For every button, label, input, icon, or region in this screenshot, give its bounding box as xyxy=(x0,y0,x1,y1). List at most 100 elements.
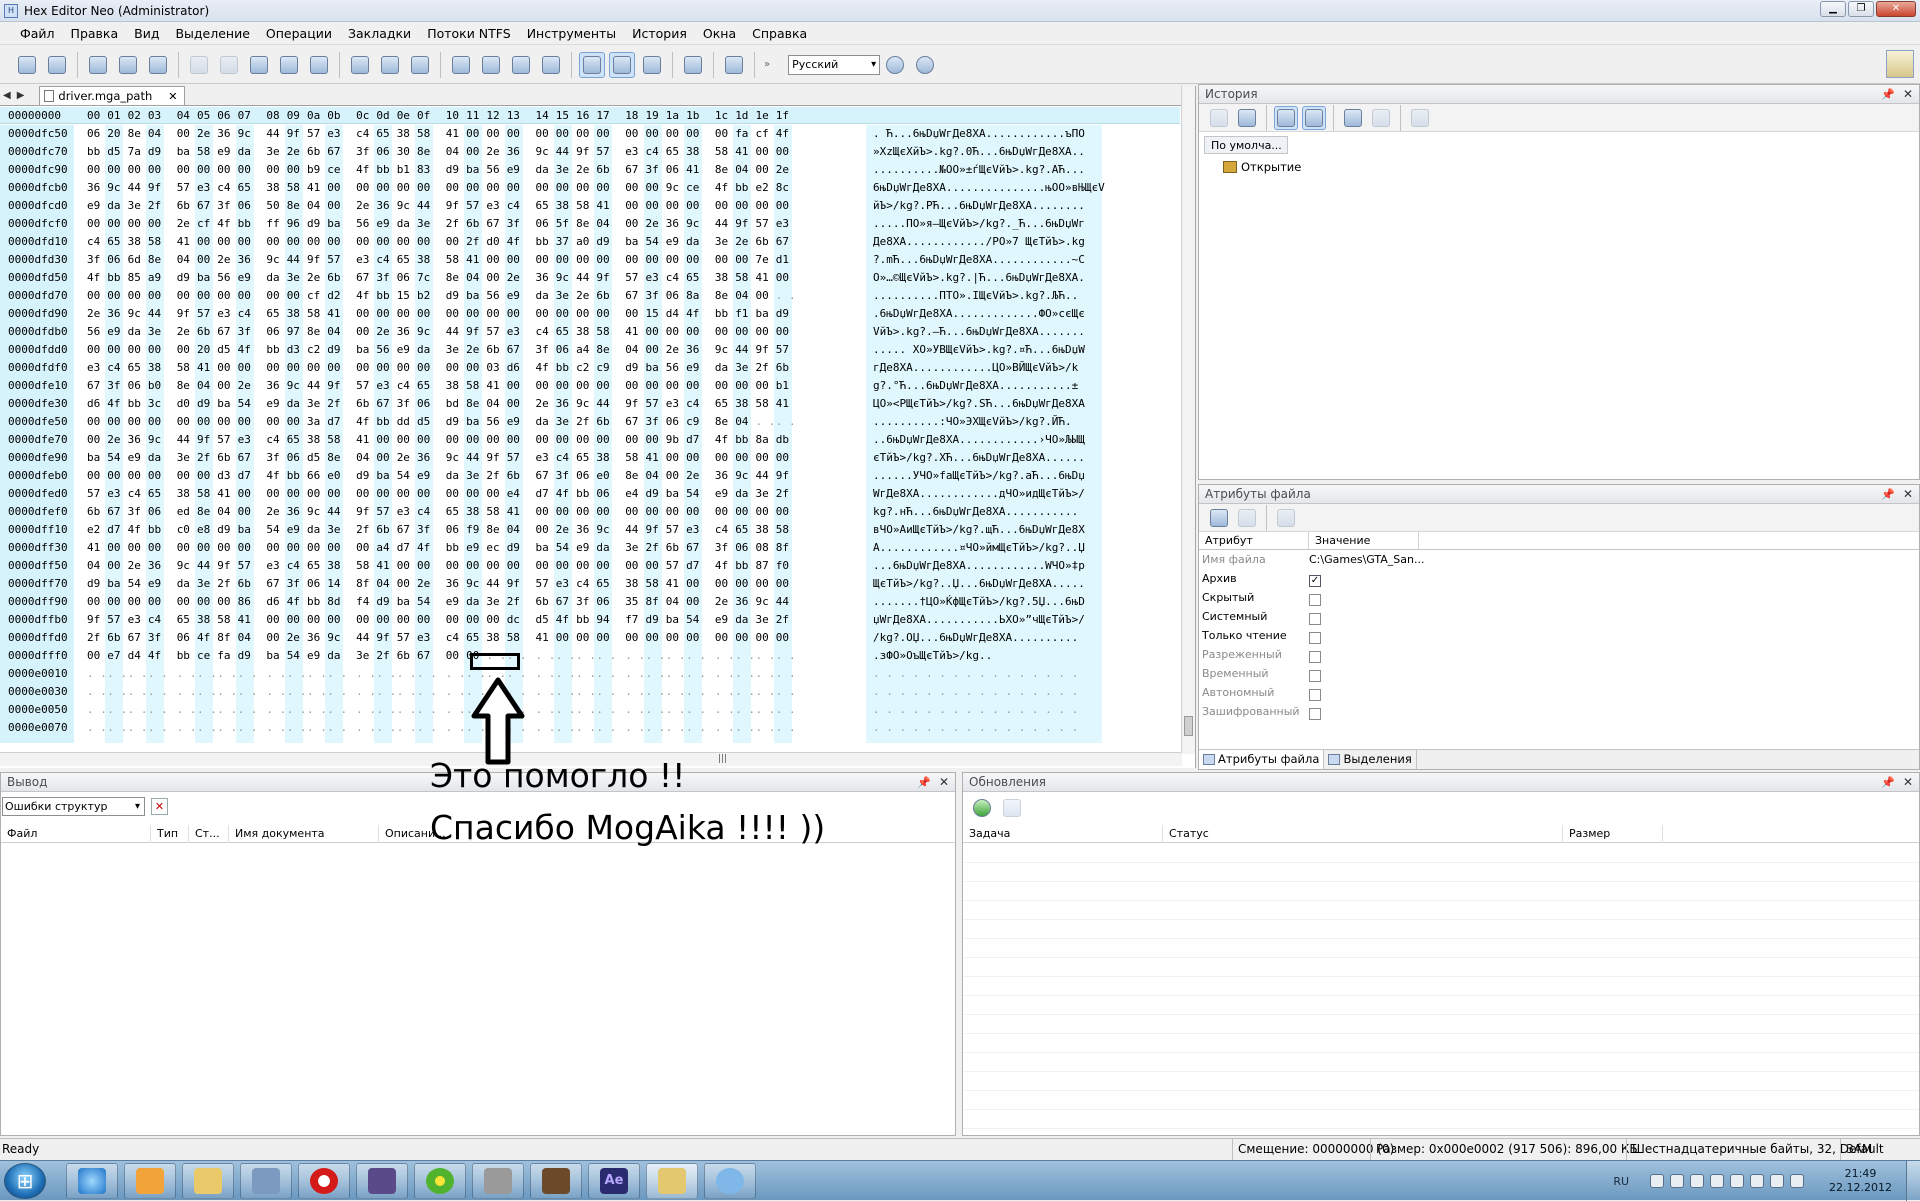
hex-row[interactable]: 0000dfef0 6b 67 3f 06 ed 8e 04 00 2e 36 9c 44 9f 57 e3 c… xyxy=(0,503,1180,521)
hex-byte[interactable]: 87 xyxy=(756,557,769,575)
hex-byte[interactable]: da xyxy=(735,485,748,503)
hex-byte[interactable]: d9 xyxy=(507,539,520,557)
hex-byte[interactable]: 06 xyxy=(266,323,279,341)
hex-byte[interactable]: 54 xyxy=(646,233,659,251)
input-language[interactable]: RU xyxy=(1613,1175,1629,1188)
hex-byte[interactable]: 04 xyxy=(197,377,210,395)
hex-byte[interactable]: 65 xyxy=(715,395,728,413)
history-list-icon[interactable] xyxy=(1274,105,1298,130)
hex-byte[interactable]: 9c xyxy=(536,143,549,161)
hex-byte[interactable]: 06 xyxy=(666,161,679,179)
hex-byte[interactable]: 00 xyxy=(307,539,320,557)
hex-byte[interactable]: 9f xyxy=(596,269,609,287)
hex-byte[interactable]: 00 xyxy=(238,539,251,557)
hex-byte[interactable]: 2f xyxy=(327,395,340,413)
hex-byte[interactable]: e2 xyxy=(87,521,100,539)
hex-byte[interactable]: 00 xyxy=(715,629,728,647)
hex-byte[interactable]: 00 xyxy=(397,233,410,251)
hex-byte[interactable]: 00 xyxy=(287,233,300,251)
hex-byte[interactable]: 6b xyxy=(486,341,499,359)
hex-byte[interactable]: 00 xyxy=(556,557,569,575)
hex-byte[interactable]: 00 xyxy=(756,143,769,161)
hex-byte[interactable]: 3f xyxy=(356,143,369,161)
hex-byte[interactable]: 2e xyxy=(177,215,190,233)
ascii-text[interactable]: .......†ЦO»ЌфЩєTйЪ>/kg?.5Џ...6њD xyxy=(873,593,1085,611)
hex-byte[interactable]: 00 xyxy=(128,215,141,233)
hex-byte[interactable]: 06 xyxy=(735,539,748,557)
hex-byte[interactable]: 00 xyxy=(556,125,569,143)
ascii-text[interactable]: 6њDџWгДe8XA...............њОO»вЊЩєV xyxy=(873,179,1105,197)
ascii-text[interactable]: . . . . . . . . . . . . . . . . xyxy=(873,665,1078,683)
hex-byte[interactable]: 57 xyxy=(756,215,769,233)
hex-byte[interactable]: c4 xyxy=(556,449,569,467)
hex-byte[interactable]: e3 xyxy=(107,485,120,503)
hex-byte[interactable]: 00 xyxy=(446,179,459,197)
hex-byte[interactable]: 38 xyxy=(556,197,569,215)
hex-byte[interactable]: 00 xyxy=(556,431,569,449)
hex-byte[interactable]: 00 xyxy=(266,611,279,629)
hex-byte[interactable]: 00 xyxy=(397,485,410,503)
hex-byte[interactable]: 38 xyxy=(266,179,279,197)
hex-byte[interactable]: 57 xyxy=(217,431,230,449)
toolbar-overflow-icon[interactable]: » xyxy=(764,59,770,70)
hex-byte[interactable]: 44 xyxy=(327,503,340,521)
hex-byte[interactable]: 41 xyxy=(466,251,479,269)
hex-byte[interactable]: 00 xyxy=(107,539,120,557)
hex-byte[interactable]: 9f xyxy=(576,143,589,161)
hex-byte[interactable]: 2f xyxy=(507,593,520,611)
hex-byte[interactable]: 44 xyxy=(177,431,190,449)
hex-byte[interactable]: ba xyxy=(217,395,230,413)
hex-row[interactable]: 0000dffb0 9f 57 e3 c4 65 38 58 41 00 00 00 00 00 00 00 0… xyxy=(0,611,1180,629)
hex-row[interactable]: 0000dff70 d9 ba 54 e9 da 3e 2f 6b 67 3f 06 14 8f 04 00 2… xyxy=(0,575,1180,593)
hex-byte[interactable]: e9 xyxy=(287,521,300,539)
menu-item-1[interactable]: Правка xyxy=(63,23,127,45)
hex-byte[interactable]: 00 xyxy=(756,287,769,305)
hex-byte[interactable]: 06 xyxy=(107,251,120,269)
hex-byte[interactable]: 9c xyxy=(466,575,479,593)
hex-byte[interactable]: 6b xyxy=(666,539,679,557)
hex-byte[interactable]: 2e xyxy=(266,503,279,521)
hex-byte[interactable]: 04 xyxy=(238,629,251,647)
hex-byte[interactable]: 00 xyxy=(666,377,679,395)
hex-byte[interactable]: 58 xyxy=(625,449,638,467)
hex-byte[interactable]: 00 xyxy=(646,197,659,215)
hex-byte[interactable]: 00 xyxy=(107,215,120,233)
hex-byte[interactable]: 00 xyxy=(646,251,659,269)
hex-byte[interactable]: da xyxy=(536,413,549,431)
hex-byte[interactable]: 00 xyxy=(646,629,659,647)
hex-byte[interactable]: 3e xyxy=(327,521,340,539)
hex-byte[interactable]: 2e xyxy=(417,575,430,593)
hex-byte[interactable]: 00 xyxy=(466,359,479,377)
hex-byte[interactable]: 4f xyxy=(556,611,569,629)
hex-byte[interactable]: 00 xyxy=(128,413,141,431)
hex-byte[interactable]: 00 xyxy=(735,449,748,467)
hex-row[interactable]: 0000e0010. .. .. .. .. .. .. .. .. .. ..… xyxy=(0,665,1180,683)
hex-byte[interactable]: 67 xyxy=(625,287,638,305)
hex-byte[interactable]: 67 xyxy=(266,575,279,593)
hex-byte[interactable]: 4f xyxy=(507,233,520,251)
hex-byte[interactable]: 04 xyxy=(596,215,609,233)
hex-byte[interactable]: da xyxy=(238,143,251,161)
hex-byte[interactable]: 2f xyxy=(356,521,369,539)
hex-byte[interactable]: e3 xyxy=(776,215,789,233)
hex-byte[interactable]: 2e xyxy=(686,467,699,485)
hex-byte[interactable]: ba xyxy=(266,647,279,665)
hex-byte[interactable]: 00 xyxy=(556,251,569,269)
hex-row[interactable]: 0000dfe50 00 00 00 00 00 00 00 00 00 00 3a d7 4f bb dd d… xyxy=(0,413,1180,431)
hex-byte[interactable]: 00 xyxy=(536,251,549,269)
hex-byte[interactable]: 54 xyxy=(417,593,430,611)
hex-byte[interactable]: 00 xyxy=(148,467,161,485)
hex-byte[interactable]: 00 xyxy=(466,611,479,629)
history-item-open[interactable]: Открытие xyxy=(1223,160,1919,174)
output-col[interactable]: Файл xyxy=(1,825,151,843)
hex-byte[interactable]: 65 xyxy=(266,305,279,323)
hex-byte[interactable]: 00 xyxy=(107,413,120,431)
hex-byte[interactable]: d9 xyxy=(625,359,638,377)
hex-byte[interactable]: 2f xyxy=(87,629,100,647)
hex-byte[interactable]: 00 xyxy=(287,611,300,629)
hex-byte[interactable]: 06 xyxy=(177,629,190,647)
hex-byte[interactable]: 9f xyxy=(356,503,369,521)
hex-byte[interactable]: 06 xyxy=(417,395,430,413)
hex-byte[interactable]: 58 xyxy=(197,143,210,161)
hex-byte[interactable]: 41 xyxy=(536,629,549,647)
